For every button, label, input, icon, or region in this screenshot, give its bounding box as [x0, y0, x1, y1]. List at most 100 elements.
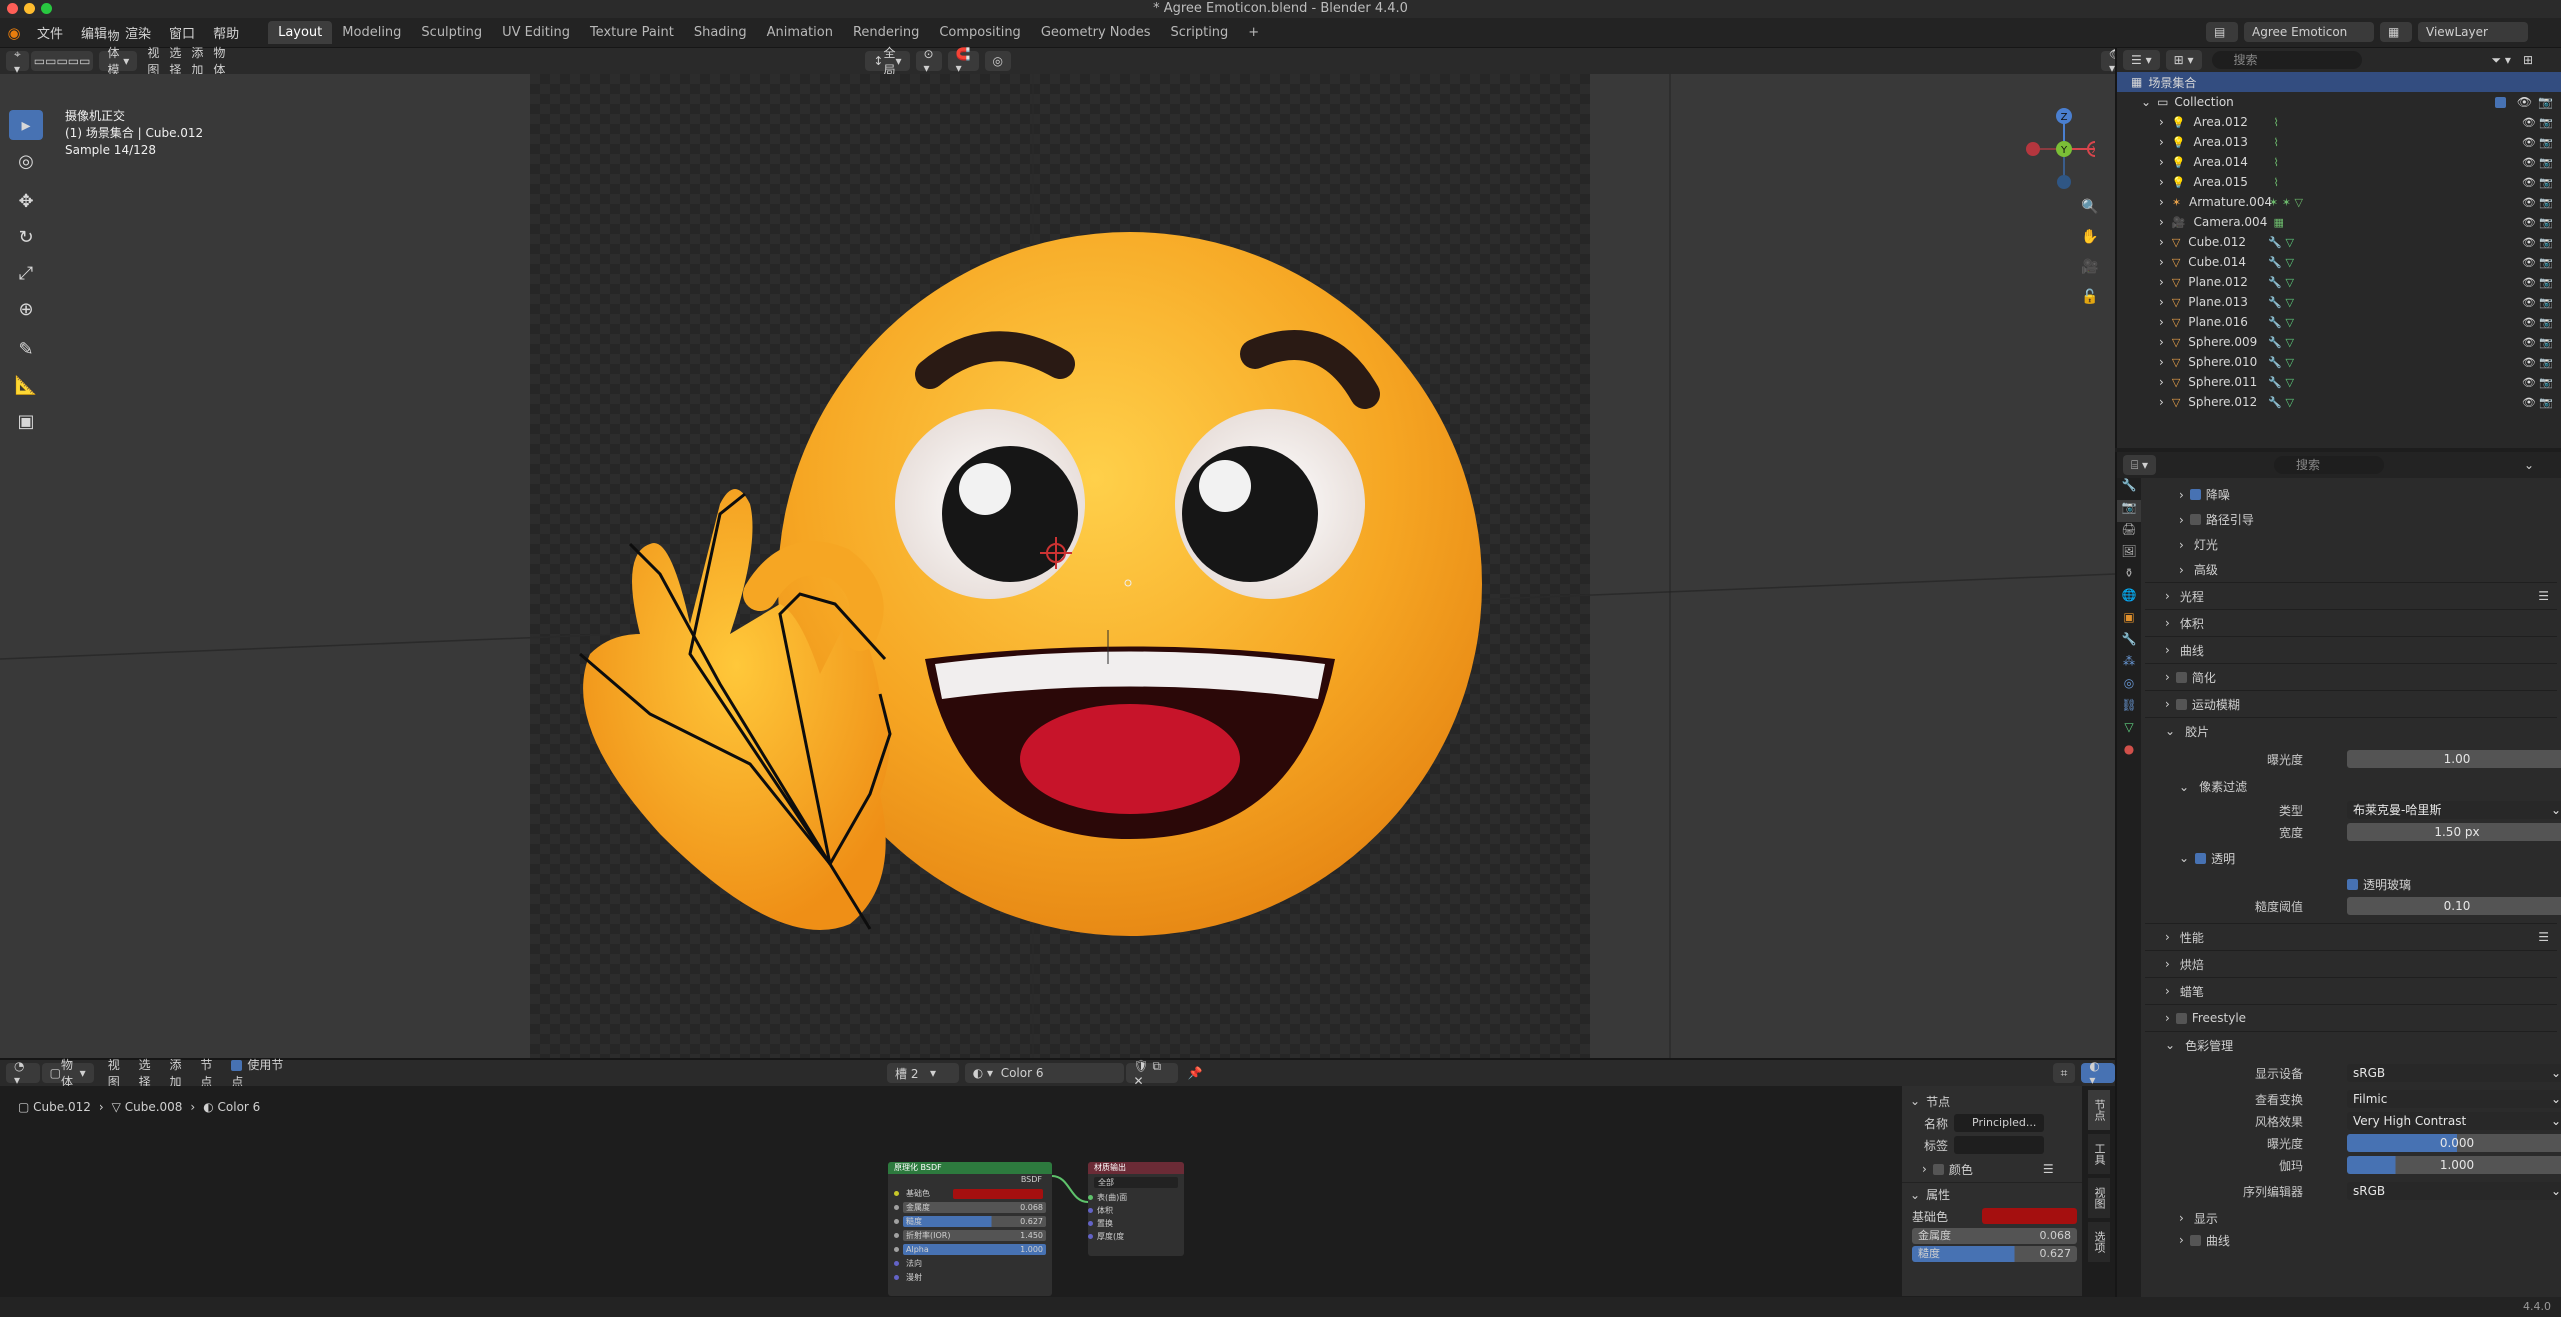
freestyle-checkbox[interactable] [2175, 1012, 2187, 1024]
presets-icon[interactable]: ☰ [2538, 930, 2549, 944]
data-icon[interactable]: 🔧 ▽ [2268, 276, 2294, 289]
scale-tool-icon[interactable]: ⤢ [9, 258, 43, 288]
material-tab-icon[interactable]: ● [2117, 742, 2141, 764]
view-layer-tab-icon[interactable]: 🖼 [2117, 544, 2141, 566]
3d-viewport[interactable]: ▸ ◎ ✥ ↻ ⤢ ⊕ ✎ 📐 ▣ 摄像机正交 (1) 场景集合 | Cube.… [0, 74, 2115, 1058]
expand-chevron-icon[interactable]: › [2159, 195, 2164, 209]
filter-icon[interactable]: ⏷ ▾ [2492, 53, 2511, 68]
grease-pencil-section[interactable]: › 蜡笔 [2145, 977, 2557, 1004]
light-paths-section[interactable]: › 光程 ☰ [2145, 582, 2557, 609]
data-icon[interactable]: ⌇ [2274, 156, 2279, 169]
scene-icon[interactable]: ▤ [2206, 22, 2238, 42]
sidebar-tab-options[interactable]: 选项 [2088, 1222, 2110, 1262]
scene-name-field[interactable]: Agree Emoticon [2244, 22, 2374, 42]
bsdf-input-row[interactable]: 金属度 0.068 [888, 1200, 1052, 1214]
visibility-toggle-icons[interactable]: 👁 📷 [2522, 216, 2553, 229]
bake-section[interactable]: › 烘焙 [2145, 950, 2557, 977]
cursor-tool-icon[interactable]: ◎ [9, 146, 43, 176]
input-socket[interactable] [1088, 1208, 1093, 1213]
breadcrumb-object[interactable]: Cube.012 [33, 1100, 91, 1114]
outliner-item[interactable]: › ▽ Cube.014 🔧 ▽ 👁 📷 [2117, 252, 2561, 272]
menu-help[interactable]: 帮助 [204, 23, 248, 42]
visibility-toggle-icons[interactable]: 👁 📷 [2522, 116, 2553, 129]
viewport-menu-select[interactable]: 选择 [169, 44, 181, 78]
visibility-toggle-icons[interactable]: 👁 📷 [2522, 356, 2553, 369]
snap-node-icon[interactable]: ⌗ [2052, 1063, 2076, 1083]
bsdf-input-field[interactable]: 折射率(IOR) 1.450 [903, 1229, 1046, 1241]
transform-tool-icon[interactable]: ⊕ [9, 294, 43, 324]
outliner-scene-collection[interactable]: ▦ 场景集合 [2117, 72, 2561, 92]
visibility-toggle-icons[interactable]: 👁 📷 [2522, 276, 2553, 289]
input-socket[interactable] [894, 1246, 899, 1252]
viewport-menu-add[interactable]: 添加 [191, 44, 203, 78]
outliner-item[interactable]: › 💡 Area.014 ⌇ 👁 📷 [2117, 152, 2561, 172]
properties-section-header[interactable]: ⌄ 属性 [1902, 1182, 2082, 1206]
base-color-swatch[interactable] [953, 1188, 1043, 1199]
display-device-dropdown[interactable]: sRGB ⌄ [2347, 1064, 2561, 1082]
gamma-slider[interactable]: 1.000 [2347, 1156, 2561, 1174]
output-input-row[interactable]: 置换 [1088, 1217, 1184, 1230]
film-exposure-field[interactable]: 1.00 [2347, 750, 2561, 768]
sequencer-dropdown[interactable]: sRGB ⌄ [2347, 1182, 2561, 1200]
data-icon[interactable]: ✶ ✶ ▽ [2269, 196, 2303, 209]
visibility-toggle-icons[interactable]: 👁 📷 [2522, 176, 2553, 189]
tab-scripting[interactable]: Scripting [1160, 21, 1238, 44]
roughness-slider[interactable]: 糙度 0.627 [1912, 1246, 2077, 1262]
node-menu-view[interactable]: 视图 [108, 1056, 129, 1090]
data-tab-icon[interactable]: ▽ [2117, 720, 2141, 742]
rotate-tool-icon[interactable]: ↻ [9, 222, 43, 252]
look-dropdown[interactable]: Very High Contrast ⌄ [2347, 1112, 2561, 1130]
data-icon[interactable]: 🔧 ▽ [2268, 236, 2294, 249]
visibility-toggle-icons[interactable]: 👁 📷 [2522, 256, 2553, 269]
expand-chevron-icon[interactable]: › [2159, 315, 2164, 329]
node-color-row[interactable]: › 颜色 ☰ [1902, 1156, 2082, 1182]
lock-icon[interactable]: 🔓 [2076, 282, 2104, 312]
scene-tab-icon[interactable]: ⚱ [2117, 566, 2141, 588]
object-tab-icon[interactable]: ▣ [2117, 610, 2141, 632]
sidebar-tab-node[interactable]: 节点 [2088, 1090, 2110, 1130]
material-slot-dropdown[interactable]: 槽 2 ▾ [887, 1063, 959, 1083]
denoise-subpanel[interactable]: › 降噪 [2145, 482, 2557, 507]
pivot-icon[interactable]: ⊙ ▾ [915, 47, 942, 75]
data-icon[interactable]: 🔧 ▽ [2268, 356, 2294, 369]
material-actions-icons[interactable]: 🛡 ⧉ ✕ [1125, 1059, 1178, 1088]
output-input-row[interactable]: 厚度(度 [1088, 1230, 1184, 1243]
data-icon[interactable]: ⌇ [2274, 116, 2279, 129]
breadcrumb-mesh[interactable]: Cube.008 [125, 1100, 183, 1114]
input-socket[interactable] [894, 1204, 899, 1210]
visibility-toggle-icons[interactable]: 👁 📷 [2522, 396, 2553, 409]
tab-animation[interactable]: Animation [757, 21, 843, 44]
path-guiding-checkbox[interactable] [2189, 514, 2201, 525]
visibility-toggle-icons[interactable]: 👁 📷 [2522, 316, 2553, 329]
outliner-item[interactable]: › ▽ Sphere.009 🔧 ▽ 👁 📷 [2117, 332, 2561, 352]
input-socket[interactable] [894, 1190, 899, 1196]
collection-exclude-checkbox[interactable] [2494, 96, 2506, 108]
properties-search-input[interactable]: 搜索 [2274, 456, 2385, 474]
pixel-filter-subpanel[interactable]: ⌄ 像素过滤 [2145, 774, 2557, 799]
outliner-item[interactable]: › 💡 Area.013 ⌇ 👁 📷 [2117, 132, 2561, 152]
filter-type-dropdown[interactable]: 布莱克曼-哈里斯 ⌄ [2347, 801, 2561, 819]
display-subpanel[interactable]: › 显示 [2145, 1206, 2557, 1230]
denoise-checkbox[interactable] [2189, 489, 2201, 500]
tab-rendering[interactable]: Rendering [843, 21, 929, 44]
menu-file[interactable]: 文件 [28, 23, 72, 42]
expand-chevron-icon[interactable]: › [2159, 295, 2164, 309]
outliner-item[interactable]: › ▽ Sphere.010 🔧 ▽ 👁 📷 [2117, 352, 2561, 372]
node-menu-add[interactable]: 添加 [170, 1056, 191, 1090]
add-cube-tool-icon[interactable]: ▣ [9, 406, 43, 436]
eye-icon[interactable]: 👁 [2517, 95, 2532, 109]
tab-layout[interactable]: Layout [268, 21, 333, 44]
visibility-toggle-icons[interactable]: 👁 📷 [2522, 156, 2553, 169]
constraints-tab-icon[interactable]: ⛓ [2117, 698, 2141, 720]
bsdf-input-field[interactable]: 基础色 [903, 1188, 1046, 1199]
color-management-section[interactable]: ⌄ 色彩管理 [2145, 1031, 2557, 1058]
node-label-field[interactable] [1954, 1136, 2044, 1154]
filter-width-field[interactable]: 1.50 px [2347, 823, 2561, 841]
transparent-glass-row[interactable]: 透明玻璃 [2145, 873, 2557, 895]
snap-icon[interactable]: 🧲 ▾ [947, 47, 979, 75]
visibility-toggle-icons[interactable]: 👁 📷 [2522, 136, 2553, 149]
node-editor-canvas[interactable]: ▢ Cube.012 › ▽ Cube.008 › ◐ Color 6 原理化 BS… [0, 1086, 2115, 1296]
visibility-toggle-icons[interactable]: 👁 📷 [2522, 196, 2553, 209]
move-tool-icon[interactable]: ✥ [9, 186, 43, 216]
bsdf-input-row[interactable]: 糙度 0.627 [888, 1214, 1052, 1228]
